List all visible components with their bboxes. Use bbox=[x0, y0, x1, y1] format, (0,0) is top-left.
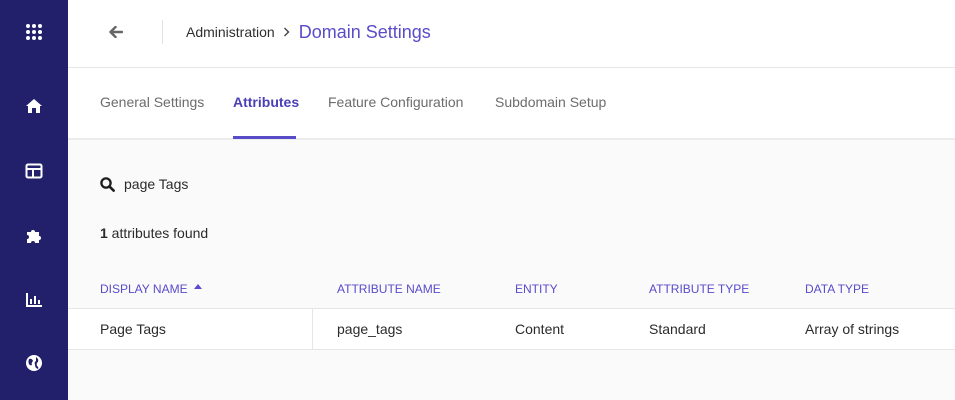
results-count-label: attributes found bbox=[107, 225, 209, 241]
column-header-attribute-name[interactable]: Attribute Name bbox=[337, 282, 441, 296]
row-divider bbox=[68, 349, 955, 350]
globe-icon[interactable] bbox=[0, 343, 68, 383]
breadcrumb: Administration Domain Settings bbox=[186, 20, 431, 44]
tab-bar: General Settings Attributes Feature Conf… bbox=[68, 68, 955, 140]
active-tab-indicator bbox=[233, 136, 296, 139]
header-divider bbox=[162, 20, 163, 44]
column-header-display-name[interactable]: Display Name bbox=[100, 282, 202, 296]
column-header-label: Attribute Name bbox=[337, 282, 441, 296]
column-header-attribute-type[interactable]: Attribute Type bbox=[649, 282, 749, 296]
tab-attributes[interactable]: Attributes bbox=[233, 94, 299, 110]
column-divider bbox=[312, 309, 313, 349]
column-header-label: Data Type bbox=[805, 282, 870, 296]
page-title: Domain Settings bbox=[298, 21, 431, 42]
row-divider bbox=[68, 308, 955, 309]
search-box bbox=[100, 174, 424, 194]
puzzle-icon[interactable] bbox=[0, 216, 68, 256]
tab-subdomain-setup[interactable]: Subdomain Setup bbox=[495, 94, 606, 110]
column-header-label: Entity bbox=[515, 282, 558, 296]
arrow-left-icon bbox=[109, 26, 123, 38]
cell-attribute-name: page_tags bbox=[337, 321, 403, 337]
apps-grid-icon[interactable] bbox=[0, 12, 68, 52]
column-header-entity[interactable]: Entity bbox=[515, 282, 558, 296]
column-header-label: Display Name bbox=[100, 282, 188, 296]
column-header-label: Attribute Type bbox=[649, 282, 750, 296]
tab-feature-configuration[interactable]: Feature Configuration bbox=[328, 94, 463, 110]
back-button[interactable] bbox=[106, 18, 126, 46]
cell-display-name: Page Tags bbox=[100, 321, 166, 337]
tab-general-settings[interactable]: General Settings bbox=[100, 94, 204, 110]
breadcrumb-parent-link[interactable]: Administration bbox=[186, 24, 275, 40]
search-icon bbox=[100, 176, 115, 192]
cell-attribute-type: Standard bbox=[649, 321, 706, 337]
page-header: Administration Domain Settings bbox=[68, 0, 955, 68]
layout-icon[interactable] bbox=[0, 151, 68, 191]
column-header-data-type[interactable]: Data Type bbox=[805, 282, 869, 296]
search-input[interactable] bbox=[124, 176, 424, 192]
sidebar bbox=[0, 0, 68, 400]
bar-chart-icon[interactable] bbox=[0, 280, 68, 320]
results-count-number: 1 bbox=[100, 225, 108, 241]
results-count: 1 attributes found bbox=[100, 225, 208, 241]
cell-entity: Content bbox=[515, 321, 565, 337]
chevron-right-icon bbox=[283, 27, 290, 37]
sort-ascending-icon bbox=[193, 283, 202, 289]
cell-data-type: Array of strings bbox=[805, 321, 900, 337]
home-icon[interactable] bbox=[0, 86, 68, 126]
